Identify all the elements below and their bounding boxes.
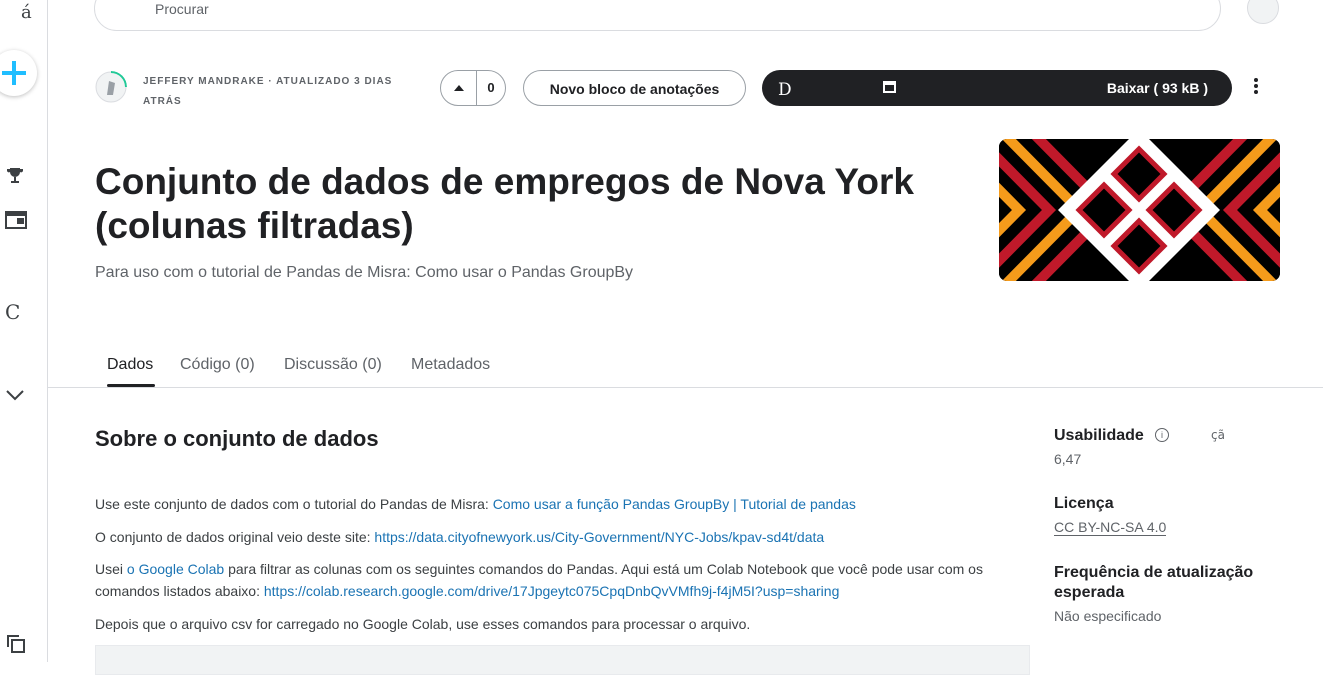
download-button-label[interactable]: Baixar ( 93 kB ) — [1107, 80, 1208, 96]
about-paragraph-2: O conjunto de dados original veio deste … — [95, 529, 825, 545]
upvote-button[interactable] — [441, 71, 477, 105]
dataset-title: Conjunto de dados de empregos de Nova Yo… — [95, 161, 914, 246]
more-options-icon[interactable] — [1248, 78, 1264, 98]
about-paragraph-1: Use este conjunto de dados com o tutoria… — [95, 496, 856, 512]
license-label: Licença — [1054, 495, 1114, 512]
google-colab-link[interactable]: o Google Colab — [127, 561, 224, 577]
download-bar[interactable]: D Baixar ( 93 kB ) — [762, 70, 1232, 106]
author-meta: JEFFERY MANDRAKE · ATUALIZADO 3 DIAS ATR… — [143, 76, 393, 107]
download-glyph: D — [778, 80, 792, 100]
caret-up-icon — [453, 85, 464, 91]
window-icon — [883, 81, 896, 93]
dataset-cover-image — [999, 139, 1280, 281]
usability-label: Usabilidade — [1054, 427, 1144, 444]
tab-discussao[interactable]: Discussão (0) — [284, 356, 382, 374]
tab-metadados[interactable]: Metadados — [411, 356, 490, 374]
dataset-subtitle: Para uso com o tutorial de Pandas de Mis… — [95, 264, 634, 281]
new-notebook-button[interactable]: Novo bloco de anotações — [523, 70, 746, 106]
window-icon[interactable] — [5, 211, 27, 234]
update-frequency-value: Não especificado — [1054, 608, 1162, 624]
left-navigation-rail: á C — [0, 0, 48, 662]
rail-top-glyph: á — [21, 2, 32, 23]
code-block — [95, 645, 1030, 675]
trophy-icon[interactable] — [5, 166, 25, 191]
info-icon[interactable]: i — [1155, 428, 1169, 442]
chevron-down-icon[interactable] — [5, 388, 25, 407]
about-heading: Sobre o conjunto de dados — [95, 426, 379, 451]
search-bar[interactable]: Procurar — [94, 0, 1221, 31]
tutorial-link[interactable]: Como usar a função Pandas GroupBy | Tuto… — [493, 496, 856, 512]
about-paragraph-3: Usei o Google Colab para filtrar as colu… — [95, 561, 983, 599]
upvote-control[interactable]: 0 — [440, 70, 506, 106]
create-button[interactable] — [0, 50, 37, 96]
colab-notebook-link[interactable]: https://colab.research.google.com/drive/… — [264, 583, 839, 599]
tab-codigo[interactable]: Código (0) — [180, 356, 255, 374]
update-frequency-label: Frequência de atualização esperada — [1054, 564, 1254, 601]
source-data-link[interactable]: https://data.cityofnewyork.us/City-Gover… — [374, 529, 824, 545]
rail-mid-glyph: C — [5, 300, 21, 324]
search-placeholder: Procurar — [155, 1, 209, 17]
about-paragraph-4: Depois que o arquivo csv for carregado n… — [95, 616, 751, 632]
author-avatar[interactable] — [95, 71, 127, 103]
tab-dados[interactable]: Dados — [107, 356, 153, 374]
vote-count: 0 — [487, 80, 495, 95]
usability-glyph: çã — [1211, 428, 1225, 442]
plus-icon — [2, 61, 26, 85]
license-link[interactable]: CC BY-NC-SA 4.0 — [1054, 519, 1167, 536]
user-avatar[interactable] — [1247, 0, 1279, 24]
copy-icon[interactable] — [5, 633, 27, 660]
usability-value: 6,47 — [1054, 451, 1082, 467]
tabs-divider — [48, 387, 1323, 388]
